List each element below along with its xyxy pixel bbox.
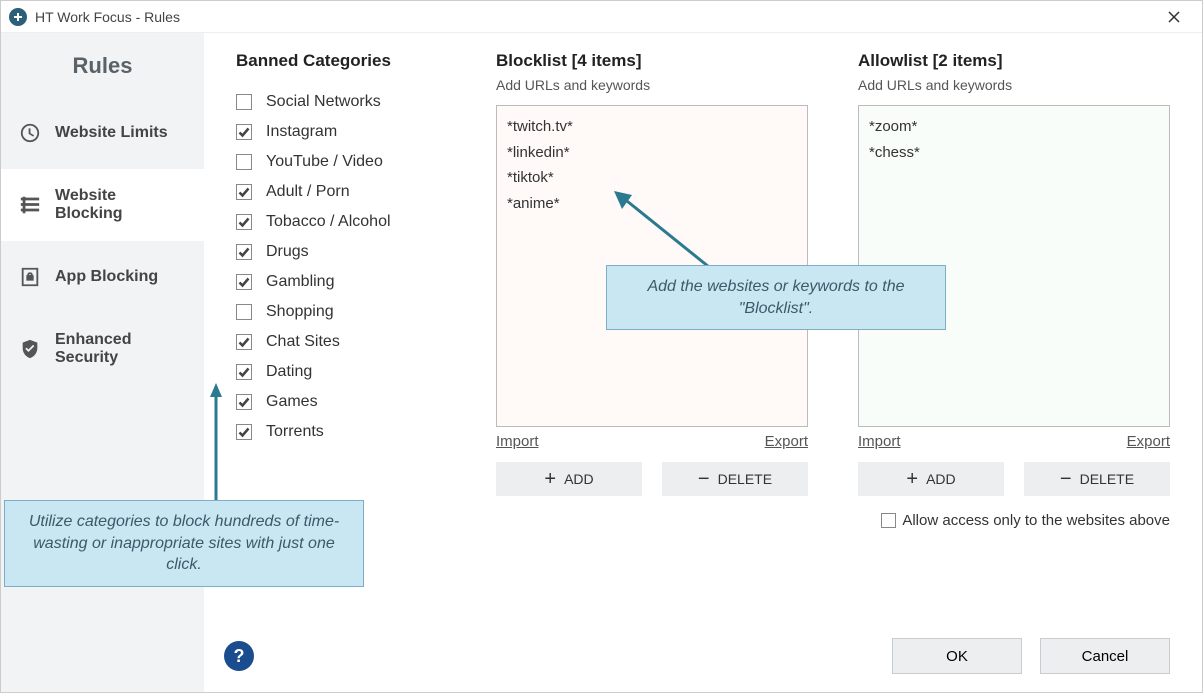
website-blocking-icon — [19, 194, 41, 216]
category-item[interactable]: Games — [236, 393, 446, 411]
category-item[interactable]: Drugs — [236, 243, 446, 261]
app-blocking-icon — [19, 266, 41, 288]
category-label: Torrents — [266, 423, 324, 441]
sidebar-heading: Rules — [1, 53, 204, 79]
plus-icon: + — [544, 469, 556, 489]
arrow-categories-icon — [204, 383, 244, 513]
sidebar-item-app-blocking[interactable]: App Blocking — [1, 241, 204, 313]
category-label: Games — [266, 393, 318, 411]
category-item[interactable]: Gambling — [236, 273, 446, 291]
cancel-button[interactable]: Cancel — [1040, 638, 1170, 674]
category-label: Drugs — [266, 243, 309, 261]
category-label: Shopping — [266, 303, 334, 321]
allowlist-delete-button[interactable]: − DELETE — [1024, 462, 1170, 496]
category-checkbox[interactable] — [236, 154, 252, 170]
category-item[interactable]: Chat Sites — [236, 333, 446, 351]
sidebar-item-label: Website Limits — [55, 124, 168, 142]
allow-only-row[interactable]: Allow access only to the websites above — [858, 512, 1170, 529]
titlebar: HT Work Focus - Rules — [1, 1, 1202, 33]
blocklist-add-button[interactable]: + ADD — [496, 462, 642, 496]
allowlist-sub: Add URLs and keywords — [858, 77, 1170, 93]
callout-blocklist: Add the websites or keywords to the "Blo… — [606, 265, 946, 330]
allowlist-export-link[interactable]: Export — [1127, 433, 1170, 450]
list-item[interactable]: *chess* — [869, 140, 1159, 166]
main-panel: Banned Categories Social Networks Instagr… — [204, 33, 1202, 692]
category-checkbox[interactable] — [236, 124, 252, 140]
sidebar-item-enhanced-security[interactable]: Enhanced Security — [1, 313, 204, 385]
category-item[interactable]: Torrents — [236, 423, 446, 441]
category-checkbox[interactable] — [236, 274, 252, 290]
sidebar-item-label: App Blocking — [55, 268, 158, 286]
category-item[interactable]: Instagram — [236, 123, 446, 141]
minus-icon: − — [698, 469, 710, 489]
plus-icon: + — [906, 469, 918, 489]
sidebar-item-website-limits[interactable]: Website Limits — [1, 97, 204, 169]
category-checkbox[interactable] — [236, 94, 252, 110]
app-icon — [9, 8, 27, 26]
category-label: Gambling — [266, 273, 334, 291]
sidebar: Rules Website Limits Website Blocking App … — [1, 33, 204, 692]
category-label: Adult / Porn — [266, 183, 350, 201]
allowlist-add-button[interactable]: + ADD — [858, 462, 1004, 496]
category-checkbox[interactable] — [236, 214, 252, 230]
allowlist-title: Allowlist [2 items] — [858, 51, 1170, 71]
list-item[interactable]: *zoom* — [869, 114, 1159, 140]
category-label: Dating — [266, 363, 312, 381]
category-label: Tobacco / Alcohol — [266, 213, 391, 231]
category-checkbox[interactable] — [236, 364, 252, 380]
enhanced-security-icon — [19, 338, 41, 360]
list-item[interactable]: *twitch.tv* — [507, 114, 797, 140]
allow-only-checkbox[interactable] — [881, 513, 896, 528]
category-label: Instagram — [266, 123, 337, 141]
category-item[interactable]: Adult / Porn — [236, 183, 446, 201]
banned-categories-section: Banned Categories Social Networks Instagr… — [236, 51, 446, 529]
callout-categories: Utilize categories to block hundreds of … — [4, 500, 364, 587]
ok-button[interactable]: OK — [892, 638, 1022, 674]
category-item[interactable]: Tobacco / Alcohol — [236, 213, 446, 231]
sidebar-item-label: Enhanced Security — [55, 331, 186, 367]
banned-title: Banned Categories — [236, 51, 446, 71]
blocklist-sub: Add URLs and keywords — [496, 77, 808, 93]
help-button[interactable]: ? — [224, 641, 254, 671]
sidebar-item-website-blocking[interactable]: Website Blocking — [1, 169, 204, 241]
blocklist-import-link[interactable]: Import — [496, 433, 539, 450]
category-checkbox[interactable] — [236, 304, 252, 320]
category-label: YouTube / Video — [266, 153, 383, 171]
minus-icon: − — [1060, 469, 1072, 489]
category-item[interactable]: Dating — [236, 363, 446, 381]
close-button[interactable] — [1154, 1, 1194, 33]
allow-only-label: Allow access only to the websites above — [902, 512, 1170, 529]
category-item[interactable]: Social Networks — [236, 93, 446, 111]
website-limits-icon — [19, 122, 41, 144]
category-item[interactable]: Shopping — [236, 303, 446, 321]
blocklist-export-link[interactable]: Export — [765, 433, 808, 450]
category-item[interactable]: YouTube / Video — [236, 153, 446, 171]
footer: ? OK Cancel — [236, 638, 1170, 674]
category-label: Social Networks — [266, 93, 381, 111]
category-checkbox[interactable] — [236, 184, 252, 200]
category-label: Chat Sites — [266, 333, 340, 351]
window-title: HT Work Focus - Rules — [35, 9, 1154, 25]
category-checkbox[interactable] — [236, 244, 252, 260]
allowlist-import-link[interactable]: Import — [858, 433, 901, 450]
blocklist-delete-button[interactable]: − DELETE — [662, 462, 808, 496]
sidebar-item-label: Website Blocking — [55, 187, 186, 223]
category-checkbox[interactable] — [236, 334, 252, 350]
blocklist-title: Blocklist [4 items] — [496, 51, 808, 71]
list-item[interactable]: *linkedin* — [507, 140, 797, 166]
